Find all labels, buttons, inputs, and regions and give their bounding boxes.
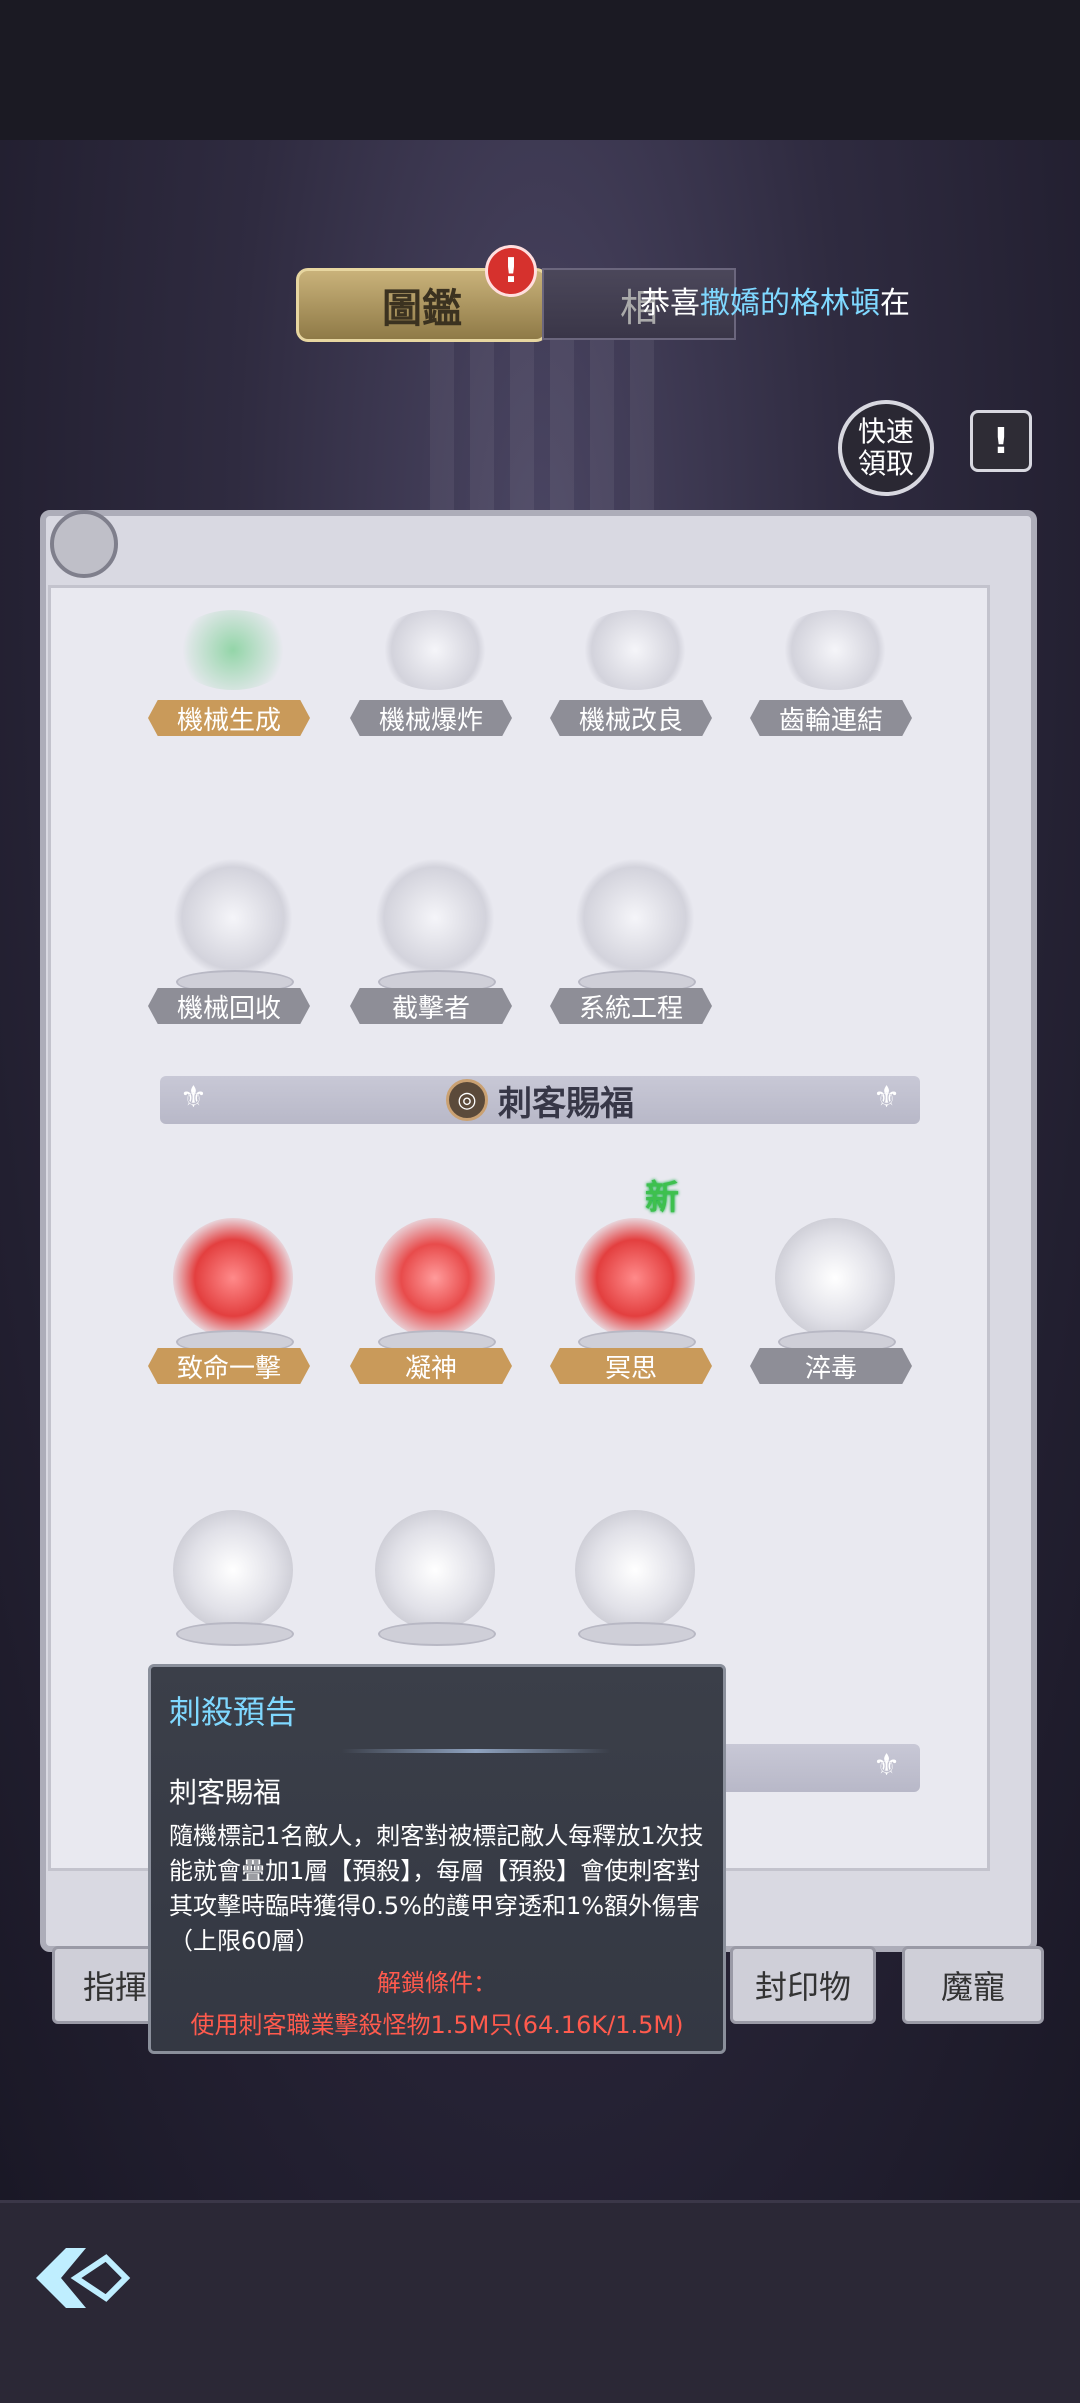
tooltip-unlock-label: 解鎖條件： [377, 1969, 497, 1997]
fleur-icon: ⚜ [873, 1748, 900, 1783]
quick-claim-button[interactable]: 快速領取 [838, 400, 934, 496]
skill-art-icon [173, 610, 293, 690]
quick-claim-label: 快速領取 [857, 415, 914, 480]
skill-art-icon [775, 610, 895, 690]
skill-tile[interactable] [350, 1510, 520, 1680]
home-logo-icon[interactable] [26, 2238, 136, 2318]
skill-tile[interactable] [550, 1510, 720, 1680]
tab-seal-label: 封印物 [754, 1968, 851, 2006]
skill-tile[interactable]: 齒輪連結 [750, 570, 920, 740]
section-banner-assassin: ⚜ ◎ 刺客賜福 ⚜ [160, 1076, 920, 1124]
recycle-robot-icon [173, 858, 293, 978]
tab-codex-label: 圖鑑 [382, 286, 462, 332]
skill-tile[interactable]: 機械生成 [148, 570, 318, 740]
tab-pet[interactable]: 魔寵 [902, 1946, 1044, 2024]
skill-tile[interactable]: 系統工程 [550, 858, 720, 1028]
tooltip-divider [341, 1749, 611, 1753]
skill-label: 淬毒 [750, 1348, 912, 1384]
skill-label: 截擊者 [350, 988, 512, 1024]
tab-seal[interactable]: 封印物 [730, 1946, 876, 2024]
tooltip-title: 刺殺預告 [169, 1693, 298, 1731]
skill-tile[interactable]: 截擊者 [350, 858, 520, 1028]
poison-blade-icon [775, 1218, 895, 1338]
interceptor-icon [375, 858, 495, 978]
skill-tile[interactable]: 凝神 [350, 1218, 520, 1388]
fleur-icon: ⚜ [873, 1080, 900, 1115]
tab-codex[interactable]: 圖鑑 ! [296, 245, 548, 342]
ticker-suffix: 在 [880, 286, 910, 321]
mark-dagger-icon [575, 1510, 695, 1630]
skill-tile[interactable]: 機械改良 [550, 570, 720, 740]
skill-label: 致命一擊 [148, 1348, 310, 1384]
skill-label: 系統工程 [550, 988, 712, 1024]
announcement-ticker: 恭喜撒嬌的格林頓在 [640, 280, 930, 328]
info-icon[interactable]: ! [970, 410, 1032, 472]
skill-tile[interactable]: 機械爆炸 [350, 570, 520, 740]
book-clip-icon [50, 510, 118, 578]
fleur-icon: ⚜ [180, 1080, 207, 1115]
alert-icon: ! [485, 245, 537, 297]
skill-art-icon [575, 610, 695, 690]
skill-label: 機械改良 [550, 700, 712, 736]
status-bar-area [0, 0, 1080, 140]
tooltip-category: 刺客賜福 [169, 1776, 282, 1809]
skill-tile[interactable]: 冥思 [550, 1218, 720, 1388]
skill-label: 凝神 [350, 1348, 512, 1384]
pedestal [378, 1622, 496, 1646]
tab-command-label: 指揮 [82, 1968, 147, 2006]
pedestal [176, 1622, 294, 1646]
assassin-emblem-icon: ◎ [446, 1079, 488, 1121]
skill-label: 冥思 [550, 1348, 712, 1384]
bottom-nav-bar [0, 2200, 1080, 2403]
meditation-icon [575, 1218, 695, 1338]
gear-cube-icon [575, 858, 695, 978]
tooltip-description: 隨機標記1名敵人，刺客對被標記敵人每釋放1次技能就會疊加1層【預殺】，每層【預殺… [169, 1822, 704, 1955]
ticker-prefix: 恭喜 [640, 286, 700, 321]
skill-label: 齒輪連結 [750, 700, 912, 736]
skill-tile[interactable]: 致命一擊 [148, 1218, 318, 1388]
skill-tile[interactable] [148, 1510, 318, 1680]
tooltip-unlock-condition: 使用刺客職業擊殺怪物1.5M只(64.16K/1.5M) [190, 2011, 684, 2039]
ticker-player-name: 撒嬌的格林頓 [700, 286, 880, 321]
skill-art-icon [375, 610, 495, 690]
skill-label: 機械回收 [148, 988, 310, 1024]
skill-tile[interactable]: 淬毒 [750, 1218, 920, 1388]
skill-label: 機械生成 [148, 700, 310, 736]
section-banner-next: ⚜ [700, 1744, 920, 1792]
tab-pet-label: 魔寵 [940, 1968, 1005, 2006]
pedestal [578, 1622, 696, 1646]
blades-icon [173, 1510, 293, 1630]
shadow-slash-icon [375, 1510, 495, 1630]
target-crit-icon [173, 1218, 293, 1338]
skill-tooltip: 刺殺預告 刺客賜福 隨機標記1名敵人，刺客對被標記敵人每釋放1次技能就會疊加1層… [148, 1664, 726, 2054]
dagger-focus-icon [375, 1218, 495, 1338]
skill-tile[interactable]: 機械回收 [148, 858, 318, 1028]
section-title: 刺客賜福 [498, 1083, 634, 1124]
skill-label: 機械爆炸 [350, 700, 512, 736]
new-badge: 新 [645, 1178, 679, 1218]
